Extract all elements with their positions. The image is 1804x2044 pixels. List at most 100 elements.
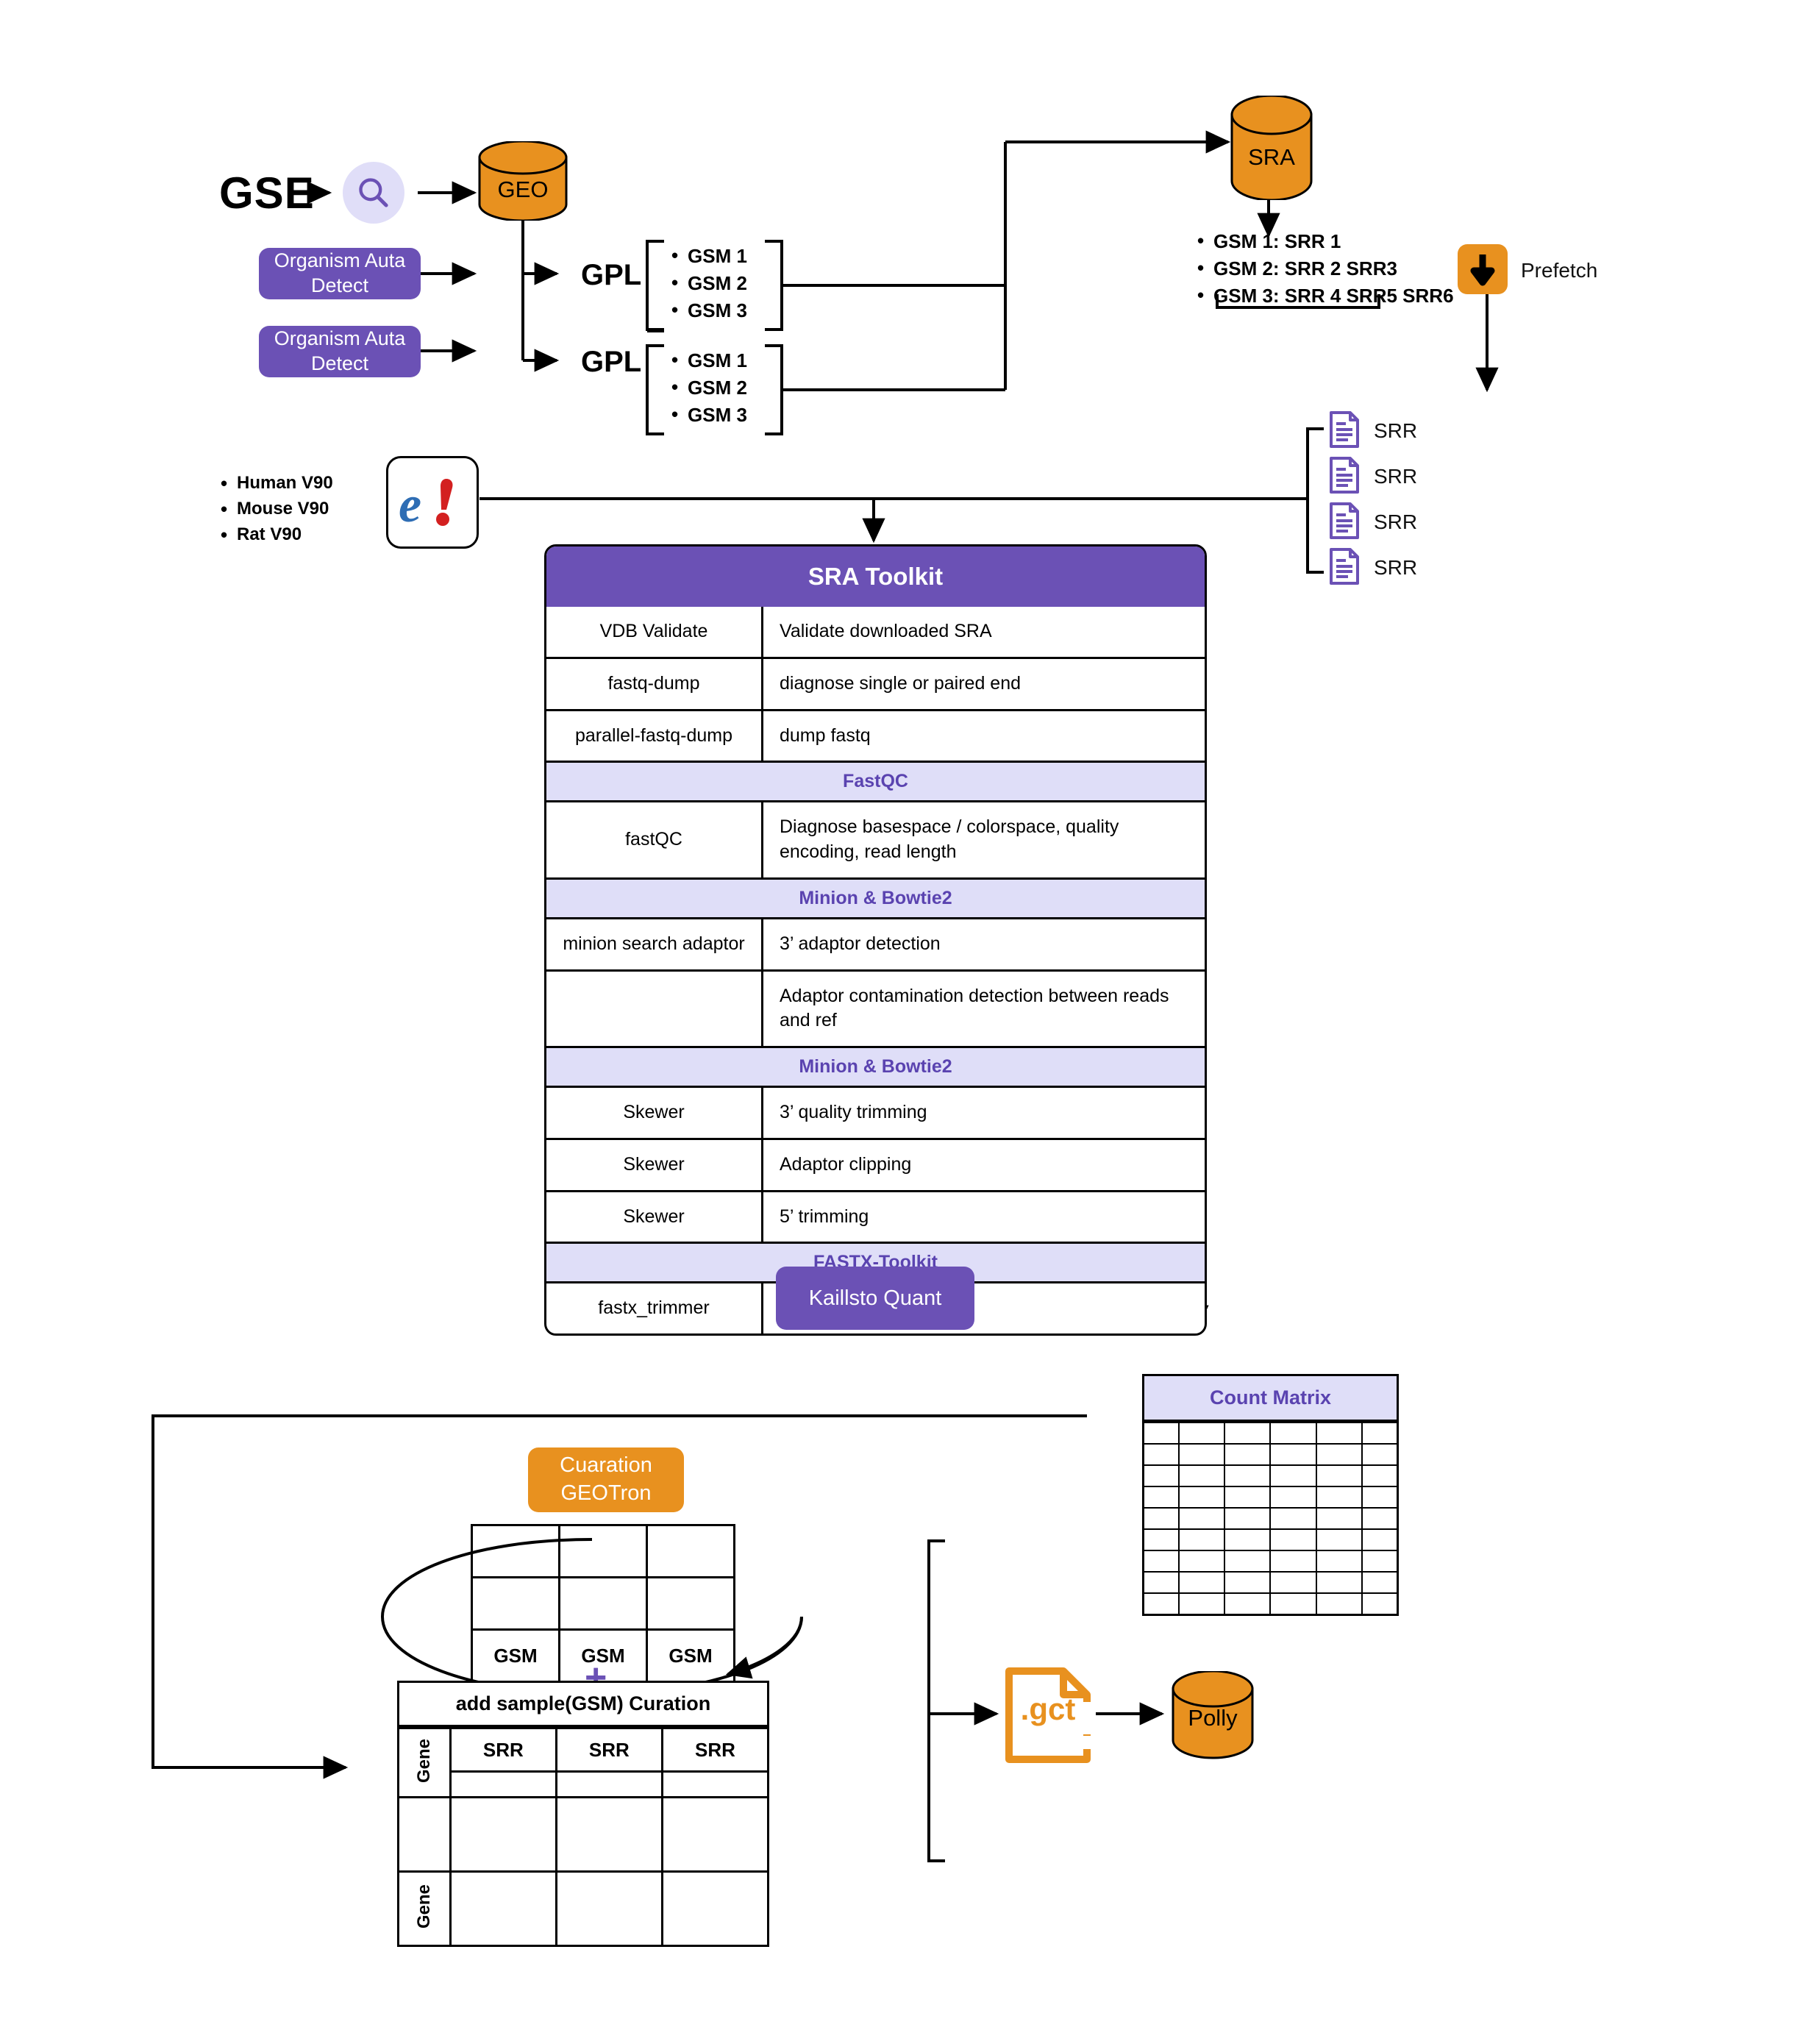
table-cell (1224, 1507, 1272, 1530)
table-cell (555, 1870, 663, 1945)
srr-file-row[interactable]: SRR (1328, 408, 1417, 454)
gsm-item: GSM 3 (666, 401, 747, 429)
count-matrix-grid (1144, 1422, 1397, 1614)
gsm-item: GSM 1 (666, 346, 747, 374)
gsm-item: GSM 2 (666, 269, 747, 297)
kaillsto-quant-button[interactable]: Kaillsto Quant (776, 1267, 974, 1330)
table-cell (1315, 1592, 1363, 1614)
toolkit-row: fastq-dump diagnose single or paired end (546, 658, 1205, 711)
table-cell (1361, 1486, 1397, 1509)
table-cell (1224, 1528, 1272, 1551)
toolkit-tool-name: fastq-dump (546, 658, 763, 711)
table-row (399, 1770, 767, 1798)
prefetch-button[interactable] (1458, 244, 1508, 294)
table-cell (1224, 1550, 1272, 1573)
toolkit-section-label: Minion & Bowtie2 (546, 1046, 1205, 1088)
toolkit-tool-name: VDB Validate (546, 607, 763, 659)
toolkit-tool-description: diagnose single or paired end (762, 658, 1205, 711)
table-cell (1315, 1528, 1363, 1551)
table-cell (1224, 1592, 1272, 1614)
toolkit-tool-description: Adaptor clipping (762, 1139, 1205, 1192)
table-cell (1269, 1422, 1317, 1445)
srr-file-row[interactable]: SRR (1328, 545, 1417, 591)
table-cell (399, 1796, 452, 1873)
table-cell (1144, 1486, 1180, 1509)
table-cell (1177, 1592, 1226, 1614)
add-sample-curation-grid: Gene SRR SRR SRR Gene (399, 1727, 767, 1945)
table-cell (1315, 1571, 1363, 1594)
toolkit-tool-description: Diagnose basespace / colorspace, quality… (762, 801, 1205, 880)
srr-column-header-2: SRR (555, 1727, 663, 1773)
table-cell (471, 1576, 560, 1631)
toolkit-row: VDB Validate Validate downloaded SRA (546, 607, 1205, 659)
sra-toolkit-table: VDB Validate Validate downloaded SRA fastq… (546, 607, 1205, 1333)
table-row (1144, 1592, 1397, 1614)
toolkit-section-row: Minion & Bowtie2 (546, 877, 1205, 919)
table-cell (1224, 1571, 1272, 1594)
table-cell (1177, 1550, 1226, 1573)
table-cell (660, 1796, 767, 1873)
toolkit-section-row: FastQC (546, 761, 1205, 803)
table-cell (1177, 1507, 1226, 1530)
table-cell (1224, 1422, 1272, 1445)
sra-mapping-item: GSM 2: SRR 2 SRR3 (1191, 254, 1454, 282)
table-cell (1144, 1464, 1180, 1487)
table-row (1144, 1571, 1397, 1594)
toolkit-tool-description: Adaptor contamination detection between … (762, 970, 1205, 1048)
srr-file-row[interactable]: SRR (1328, 499, 1417, 545)
table-cell (1144, 1550, 1180, 1573)
toolkit-tool-description: 3’ adaptor detection (762, 918, 1205, 972)
document-icon (1328, 547, 1361, 589)
table-row: Gene SRR SRR SRR (399, 1727, 767, 1798)
table-cell (660, 1870, 767, 1945)
gse-label: GSE (219, 168, 315, 218)
gene-row-label-bottom: Gene (413, 1884, 434, 1929)
table-cell (1361, 1592, 1397, 1614)
table-cell (1269, 1550, 1317, 1573)
table-cell (1269, 1592, 1317, 1614)
table-cell (1361, 1464, 1397, 1487)
table-cell (1315, 1507, 1363, 1530)
organism-auto-detect-button-2[interactable]: Organism Auta Detect (259, 326, 421, 377)
search-icon-button[interactable] (343, 162, 404, 224)
gsm-item: GSM 1 (666, 242, 747, 270)
gpl-label-1: GPL (581, 259, 642, 291)
table-row (399, 1796, 767, 1873)
table-cell (1224, 1464, 1272, 1487)
sra-mapping-list: GSM 1: SRR 1GSM 2: SRR 2 SRR3GSM 3: SRR … (1191, 227, 1454, 310)
document-icon (1328, 502, 1361, 544)
curation-geotron-button[interactable]: Cuaration GEOTron (528, 1447, 684, 1512)
srr-file-label: SRR (1374, 419, 1418, 442)
table-cell (1315, 1550, 1363, 1573)
toolkit-row: Skewer 3’ quality trimming (546, 1086, 1205, 1140)
toolkit-tool-description: 5’ trimming (762, 1191, 1205, 1244)
sra-label: SRA (1248, 144, 1295, 170)
organism-auto-detect-button-1[interactable]: Organism Auta Detect (259, 248, 421, 299)
count-matrix-panel: Count Matrix (1142, 1374, 1399, 1616)
gpl-label-2: GPL (581, 346, 642, 378)
sra-toolkit-title: SRA Toolkit (546, 546, 1205, 607)
prefetch-label: Prefetch (1521, 259, 1598, 282)
table-cell (1269, 1443, 1317, 1466)
table-cell (1177, 1464, 1226, 1487)
table-cell (1177, 1443, 1226, 1466)
table-row (1144, 1528, 1397, 1551)
table-row (1144, 1486, 1397, 1509)
gene-row-label-top: Gene (413, 1738, 434, 1784)
table-cell (1144, 1443, 1180, 1466)
srr-file-row[interactable]: SRR (1328, 454, 1417, 499)
srr-file-list: SRR SRR SRR SRR (1328, 408, 1417, 591)
toolkit-section-label: Minion & Bowtie2 (546, 877, 1205, 919)
table-row: Gene (399, 1870, 767, 1945)
gsm-item: GSM 3 (666, 296, 747, 324)
table-cell (1144, 1592, 1180, 1614)
table-cell (1224, 1486, 1272, 1509)
species-list: Human V90Mouse V90Rat V90 (215, 470, 333, 549)
toolkit-section-label: FastQC (546, 761, 1205, 803)
table-cell (1224, 1443, 1272, 1466)
table-cell (1177, 1528, 1226, 1551)
geo-label: GEO (497, 177, 549, 202)
table-cell (558, 1576, 648, 1631)
gct-label: .gct (1020, 1692, 1076, 1726)
sra-mapping-item: GSM 3: SRR 4 SRR5 SRR6 (1191, 282, 1454, 310)
